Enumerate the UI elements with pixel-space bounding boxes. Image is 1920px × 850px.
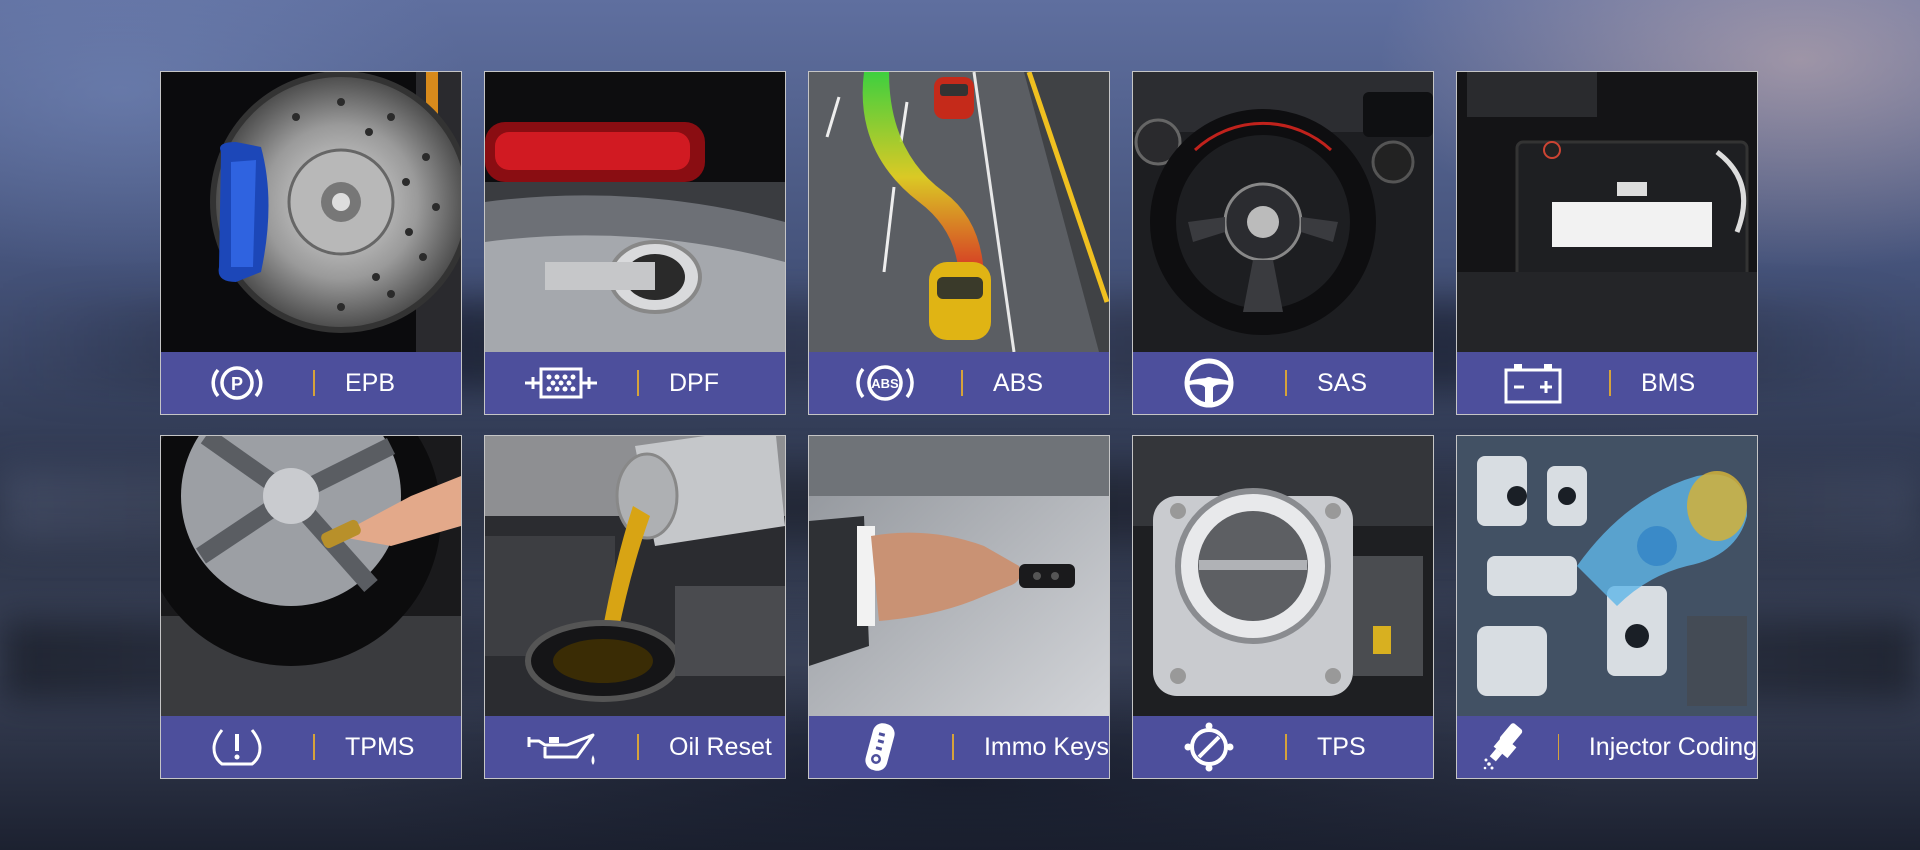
key-fob-icon: [864, 723, 895, 771]
separator: [637, 734, 639, 760]
function-band: TPS: [1133, 716, 1433, 778]
particulate-filter-icon: [525, 367, 597, 399]
function-card-abs[interactable]: ABS ABS: [808, 71, 1110, 415]
function-label: TPS: [1317, 732, 1366, 761]
separator: [313, 370, 315, 396]
function-card-epb[interactable]: P EPB: [160, 71, 462, 415]
separator: [637, 370, 639, 396]
separator: [1285, 734, 1287, 760]
function-card-dpf[interactable]: DPF: [484, 71, 786, 415]
function-label: Oil Reset: [669, 732, 772, 761]
function-label: TPMS: [345, 732, 415, 761]
function-card-tps[interactable]: TPS: [1132, 435, 1434, 779]
function-label: ABS: [993, 368, 1044, 397]
function-band: DPF: [485, 352, 785, 414]
separator: [952, 734, 954, 760]
function-band: Immo Keys: [809, 716, 1109, 778]
parking-brake-icon: P: [211, 366, 263, 400]
steering-wheel-photo: [1133, 72, 1433, 352]
abs-icon: ABS: [856, 365, 914, 401]
road-braking-photo: [809, 72, 1109, 352]
brake-disc-photo: [161, 72, 461, 352]
function-card-immo-keys[interactable]: Immo Keys: [808, 435, 1110, 779]
function-band: Oil Reset: [485, 716, 785, 778]
separator: [961, 370, 963, 396]
battery-icon: [1504, 364, 1562, 404]
function-band: SAS: [1133, 352, 1433, 414]
injector-icon: [1483, 723, 1523, 770]
function-band: TPMS: [161, 716, 461, 778]
function-card-bms[interactable]: BMS: [1456, 71, 1758, 415]
tire-valve-photo: [161, 436, 461, 716]
function-label: Injector Coding: [1588, 732, 1757, 761]
oil-can-icon: [527, 733, 595, 765]
function-card-tpms[interactable]: TPMS: [160, 435, 462, 779]
function-band: P EPB: [161, 352, 461, 414]
oil-pouring-photo: [485, 436, 785, 716]
separator: [1557, 734, 1559, 760]
function-grid: P EPB DPF ABS ABS SAS BMS TPMS Oil Reset…: [160, 71, 1760, 779]
function-card-oil-reset[interactable]: Oil Reset: [484, 435, 786, 779]
separator: [1285, 370, 1287, 396]
function-label: Immo Keys: [983, 732, 1109, 761]
steering-wheel-icon: [1184, 358, 1234, 408]
throttle-icon: [1184, 722, 1234, 772]
function-card-injector-coding[interactable]: Injector Coding: [1456, 435, 1758, 779]
function-label: BMS: [1641, 368, 1696, 397]
hand-with-key-photo: [809, 436, 1109, 716]
svg-text:ABS: ABS: [871, 376, 899, 391]
function-label: DPF: [669, 368, 719, 397]
car-battery-photo: [1457, 72, 1757, 352]
tire-pressure-icon: [212, 729, 262, 766]
function-card-sas[interactable]: SAS: [1132, 71, 1434, 415]
function-label: SAS: [1317, 368, 1368, 397]
throttle-body-photo: [1133, 436, 1433, 716]
function-band: BMS: [1457, 352, 1757, 414]
function-band: Injector Coding: [1457, 716, 1757, 778]
separator: [313, 734, 315, 760]
engine-cutaway-photo: [1457, 436, 1757, 716]
exhaust-photo: [485, 72, 785, 352]
function-band: ABS ABS: [809, 352, 1109, 414]
separator: [1609, 370, 1611, 396]
function-label: EPB: [345, 368, 396, 397]
svg-text:P: P: [231, 374, 243, 394]
